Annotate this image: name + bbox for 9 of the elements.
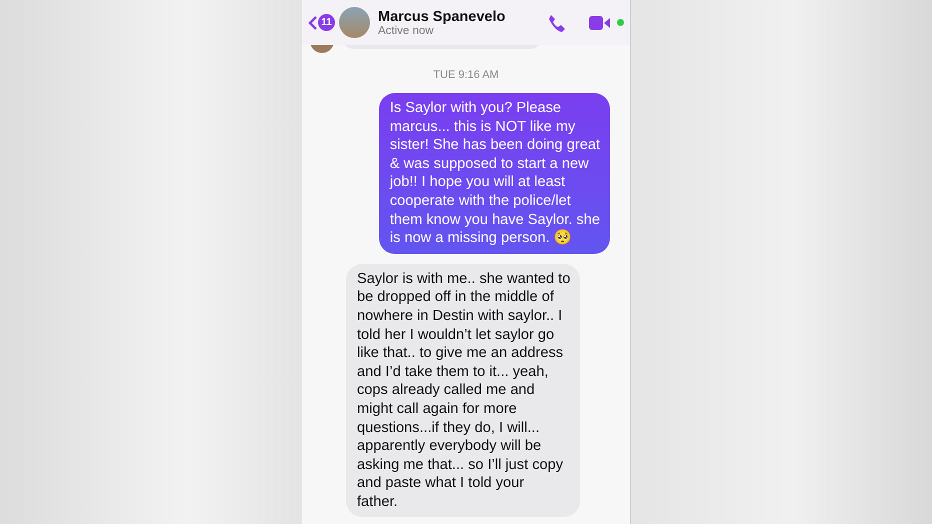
phone-icon[interactable] [547, 12, 567, 32]
chevron-icon [308, 16, 317, 30]
message-bubble: Is Saylor with you? Please marcus... this is NOT like my sister! She has been doing great & was supposed to start a new job!! I hope you will at least cooperate with the police/let them know you have Saylor. she is now a missing person. 🥺 [378, 93, 610, 254]
video-call-icon[interactable] [589, 16, 611, 30]
contact-name: Marcus Spanevelo [378, 8, 506, 24]
timestamp: TUE 9:16 AM [433, 69, 499, 81]
status-text: Active now [378, 24, 435, 36]
avatar[interactable] [339, 7, 370, 38]
message-bubble: Saylor is with me.. she wanted to be dropped off in the middle of nowhere in Destin with saylor.. I told her I wouldn’t let saylor go like that.. to give me an address and I’d take them to it... yeah, cops already called me and might call again for more questions...if they do, I will... apparently everybody will be asking me that... so I’ll just copy and paste what I told your father. [346, 264, 580, 518]
